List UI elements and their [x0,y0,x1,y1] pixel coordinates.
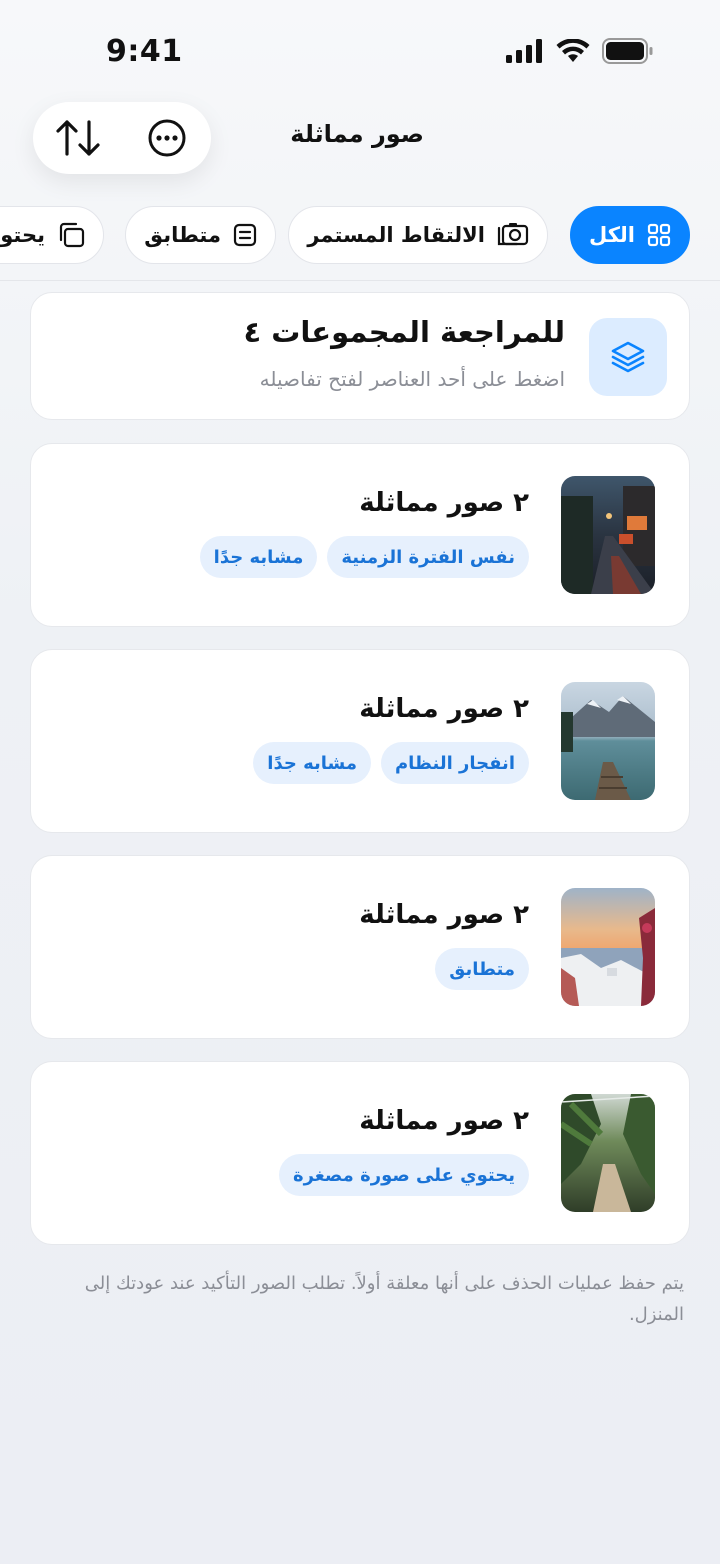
group-card[interactable]: ٢ صور مماثلة نفس الفترة الزمنية مشابه جد… [30,443,690,627]
group-title: ٢ صور مماثلة [359,900,529,930]
summary-title: للمراجعة المجموعات ٤ [243,315,565,349]
group-tags: نفس الفترة الزمنية مشابه جدًا [199,536,529,578]
sort-button[interactable] [53,113,103,163]
group-title: ٢ صور مماثلة [359,694,529,724]
filter-chip-burst[interactable]: الالتقاط المستمر [288,206,548,264]
filter-chip-identical[interactable]: متطابق [125,206,276,264]
filter-chip-label: متطابق [144,223,221,247]
group-title: ٢ صور مماثلة [359,488,529,518]
header-divider [0,280,720,281]
summary-card: للمراجعة المجموعات ٤ اضغط على أحد العناص… [30,292,690,420]
tag-badge: مشابه جدًا [253,742,371,784]
tag-badge: متطابق [435,948,529,990]
grid-icon [647,223,671,247]
more-button[interactable] [142,113,192,163]
document-lines-icon [233,223,257,247]
filter-chip-all[interactable]: الكل [569,206,690,264]
group-card[interactable]: ٢ صور مماثلة متطابق [30,855,690,1039]
group-tags: يحتوي على صورة مصغرة [278,1154,529,1196]
wifi-icon [556,39,590,62]
tag-badge: نفس الفترة الزمنية [327,536,529,578]
layers-icon [611,341,645,373]
page-title: صور مماثلة [290,120,424,148]
group-tags: متطابق [435,948,529,990]
group-thumbnail [561,1094,655,1212]
filter-chip-label: الالتقاط المستمر [307,223,485,247]
filter-chip-label: الكل [588,223,635,247]
group-title: ٢ صور مماثلة [359,1106,529,1136]
group-thumbnail [561,682,655,800]
battery-icon [602,38,653,64]
copy-icon [59,222,85,248]
arrows-up-down-icon [55,120,100,156]
cellular-signal-icon [506,39,542,63]
ellipsis-circle-icon [148,119,185,157]
filter-chip-contains[interactable]: يحتوي [0,206,104,264]
tag-badge: مشابه جدًا [199,536,318,578]
status-icons [506,38,654,64]
group-thumbnail [561,476,655,594]
summary-subtitle: اضغط على أحد العناصر لفتح تفاصيله [259,367,565,391]
status-time: 9:41 [106,34,183,69]
group-card[interactable]: ٢ صور مماثلة انفجار النظام مشابه جدًا [30,649,690,833]
group-card[interactable]: ٢ صور مماثلة يحتوي على صورة مصغرة [30,1061,690,1245]
header: صور مماثلة [0,100,720,180]
status-bar: 9:41 [0,0,720,100]
group-thumbnail [561,888,655,1006]
tag-badge: يحتوي على صورة مصغرة [278,1154,529,1196]
filter-bar: الكل الالتقاط المستمر متطابق يحتوي [0,204,720,268]
tag-badge: انفجار النظام [380,742,529,784]
footnote: يتم حفظ عمليات الحذف على أنها معلقة أولا… [84,1273,684,1325]
filter-chip-label: يحتوي [0,223,45,247]
group-tags: انفجار النظام مشابه جدًا [253,742,529,784]
header-actions [33,102,211,174]
summary-icon-box [589,318,667,396]
camera-burst-icon [497,223,529,246]
